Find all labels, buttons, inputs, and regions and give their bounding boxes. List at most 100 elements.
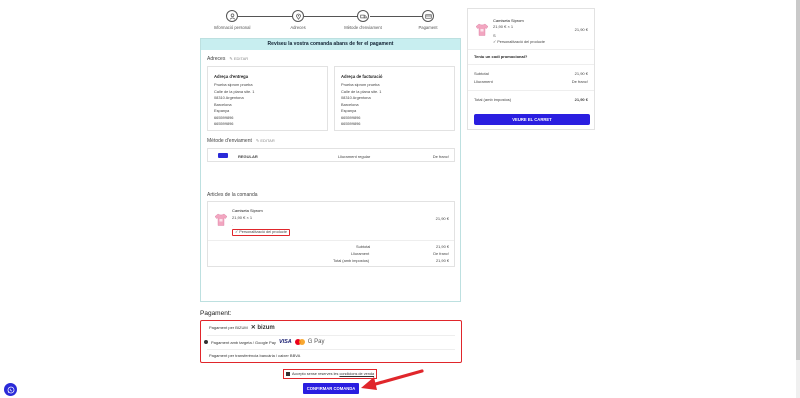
terms-checkbox[interactable] <box>286 372 290 376</box>
cart-item-price: 21,90 € <box>574 27 588 32</box>
address-line: 08310 Argentona <box>341 95 371 100</box>
cart-item-customization-label: Personalització del producte <box>497 40 545 44</box>
promo-code-link[interactable]: Teniu un codi promocional? <box>474 54 527 59</box>
bizum-logo: ✕ bizum <box>250 325 275 331</box>
payment-option-label: Pagament per BIZUM <box>209 325 248 330</box>
payment-option-transfer[interactable]: Pagament per transferència bancària / ca… <box>209 353 300 358</box>
order-items-card: Camiseta Siprom 21,90 € × 1 21,90 € · ✓ … <box>207 201 455 267</box>
payment-title: Pagament: <box>200 310 232 317</box>
delivery-truck-icon <box>218 153 228 158</box>
item-quantity: 21,90 € × 1 <box>232 214 253 220</box>
user-icon[interactable] <box>226 10 238 22</box>
address-line: Calle de la plana site. 1 <box>341 88 382 94</box>
view-cart-button[interactable]: VEURE EL CARRET <box>474 114 590 125</box>
cart-total-label: Total (amb impostos) <box>474 97 512 102</box>
payment-divider <box>207 335 455 336</box>
subtotal-label: Subtotal <box>356 244 371 249</box>
billing-address-card: Adreça de facturació Prueba siprom prueb… <box>334 66 455 131</box>
subtotal-value: 21,90 € <box>436 244 449 249</box>
address-line: Prueba siprom prueba <box>214 82 253 87</box>
shipping-name: REGULAR <box>238 153 258 159</box>
edit-shipping-link[interactable]: ✎ EDITAR <box>256 138 275 143</box>
location-pin-icon[interactable] <box>292 10 304 22</box>
payment-option-label: Pagament amb targeta / Google Pay <box>211 339 276 345</box>
visa-logo: VISA <box>278 339 292 345</box>
address-line: 665599896 <box>341 121 361 126</box>
address-line: 665599896 <box>214 121 234 126</box>
item-price: 21,90 € <box>435 216 449 221</box>
scrollbar-thumb[interactable] <box>796 0 800 360</box>
address-line: 665599896 <box>214 114 234 120</box>
address-line: Calle de la plana site. 1 <box>214 88 255 94</box>
billing-address-title: Adreça de facturació <box>341 74 383 79</box>
address-line: Prueba siprom prueba <box>341 82 380 87</box>
cart-divider <box>468 49 594 50</box>
delivery-label: Lliurament <box>351 251 370 256</box>
items-title: Articles de la comanda <box>207 192 258 198</box>
step-connector <box>238 16 298 17</box>
cart-delivery-value: De franc! <box>571 79 588 84</box>
edit-label: EDITAR <box>233 56 249 61</box>
total-value: 21,90 € <box>436 258 449 263</box>
cart-divider <box>468 90 594 91</box>
terms-text: Accepto sense reserves les <box>292 372 339 376</box>
step-label: Adreces <box>290 25 306 30</box>
address-line: 665599896 <box>341 114 361 120</box>
review-banner: Reviseu la vostra comanda abans de fer e… <box>201 39 460 50</box>
bizum-logo-text: bizum <box>257 325 275 331</box>
cart-total-value: 21,90 € <box>574 97 588 102</box>
cart-delivery-label: Lliurament <box>474 79 493 84</box>
shipping-price: De franc! <box>432 153 449 159</box>
mastercard-logo <box>294 339 305 345</box>
whatsapp-icon <box>7 386 14 393</box>
arrow-annotation <box>361 369 424 390</box>
addresses-title: Adreces ✎ EDITAR <box>207 56 248 62</box>
payment-option-bizum[interactable]: Pagament per BIZUM ✕ bizum <box>209 324 275 331</box>
shipping-title-text: Mètode d'enviament <box>207 138 252 144</box>
delivery-value: De franc! <box>433 251 449 256</box>
tshirt-icon <box>215 213 227 226</box>
edit-label: EDITAR <box>260 138 275 143</box>
step-connector <box>370 16 425 17</box>
truck-icon[interactable] <box>357 10 369 22</box>
credit-card-icon[interactable] <box>422 10 434 22</box>
total-label: Total (amb impostos) <box>333 258 370 263</box>
address-line: Barcelona <box>341 101 359 107</box>
addresses-title-text: Adreces <box>207 56 226 62</box>
cart-item-customization: ✓ Personalització del producte <box>493 40 545 44</box>
shipping-description: Lliurament regular <box>338 153 371 159</box>
order-review-panel: Reviseu la vostra comanda abans de fer e… <box>200 38 461 302</box>
item-name[interactable]: Camiseta Siprom <box>232 208 263 213</box>
tshirt-icon <box>476 23 488 36</box>
payment-option-label: Pagament per transferència bancària / ca… <box>209 353 301 358</box>
step-label: Informació personal <box>213 25 251 30</box>
address-line: Espanya <box>214 108 230 113</box>
cart-item-quantity: 21,90 € × 1 <box>493 24 514 29</box>
address-line: Espanya <box>341 108 357 113</box>
address-line: 08310 Argentona <box>214 95 244 100</box>
cart-item-name[interactable]: Camiseta Siprom <box>493 18 524 23</box>
payment-card-radio[interactable] <box>204 340 208 344</box>
google-pay-logo: G Pay <box>307 339 325 345</box>
address-line: Barcelona <box>214 101 232 107</box>
delivery-address-card: Adreça d'entrega Prueba siprom prueba Ca… <box>207 66 328 131</box>
edit-addresses-link[interactable]: ✎ EDITAR <box>229 56 248 61</box>
checkout-steps: Informació personal Adreces Mètode d'env… <box>200 8 460 32</box>
cart-item-size: S <box>493 33 496 38</box>
step-connector <box>304 16 359 17</box>
cart-subtotal-value: 21,90 € <box>574 71 588 76</box>
whatsapp-button[interactable] <box>4 383 17 396</box>
payment-option-card[interactable]: Pagament amb targeta / Google Pay VISA G… <box>204 339 324 345</box>
delivery-address-title: Adreça d'entrega <box>214 74 249 79</box>
confirm-order-button[interactable]: CONFIRMAR COMANDA <box>303 383 359 394</box>
scrollbar-track[interactable] <box>796 0 800 398</box>
items-divider <box>208 240 454 241</box>
item-customization-tag[interactable]: ✓ Personalització del producte <box>232 229 290 236</box>
shipping-method-row: REGULAR Lliurament regular De franc! <box>207 148 455 162</box>
payment-options: Pagament per BIZUM ✕ bizum Pagament amb … <box>200 320 462 363</box>
payment-divider <box>207 349 455 350</box>
step-label: Mètode d'enviament <box>344 25 382 30</box>
item-customization-label: Personalització del producte <box>239 230 287 234</box>
step-label: Pagament <box>418 25 438 30</box>
shipping-title: Mètode d'enviament ✎ EDITAR <box>207 138 275 144</box>
